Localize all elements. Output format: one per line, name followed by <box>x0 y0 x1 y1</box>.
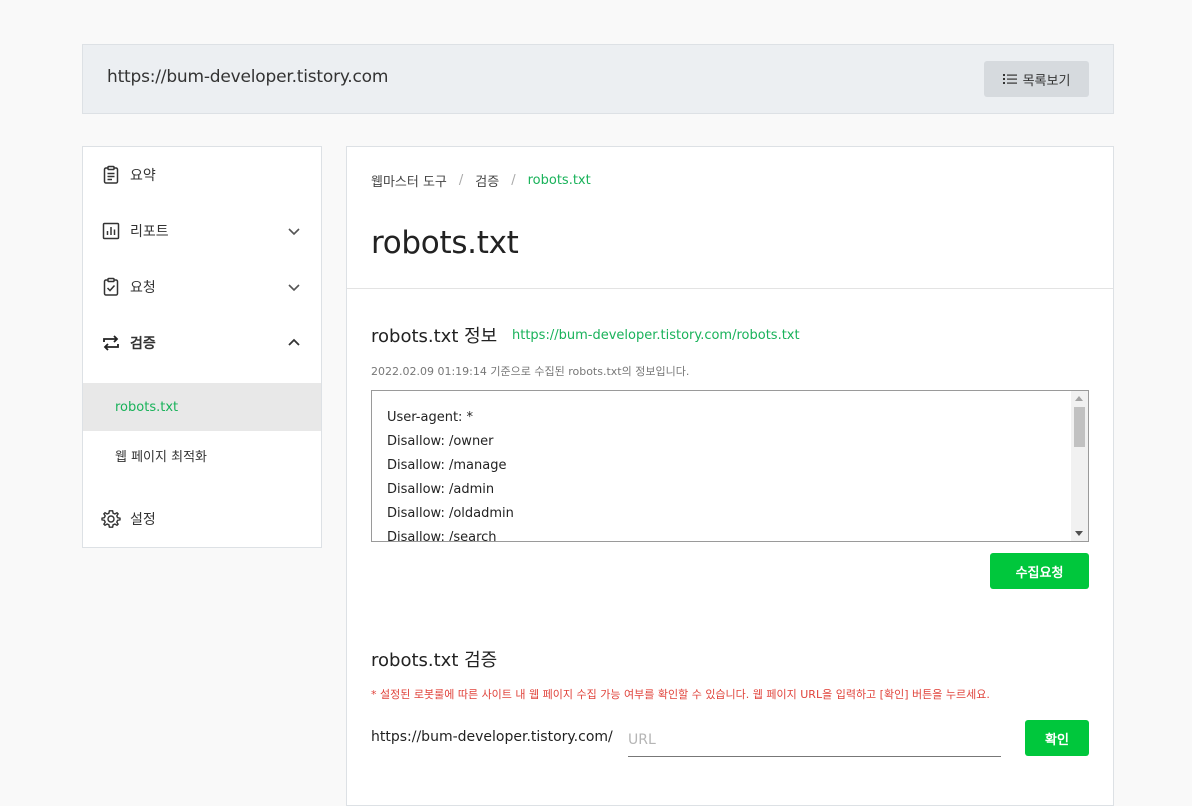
robots-line: Disallow: /admin <box>387 482 495 497</box>
chevron-down-icon <box>288 284 300 292</box>
sidebar-item-label: 요약 <box>130 168 156 184</box>
robots-line: Disallow: /owner <box>387 434 494 449</box>
gear-icon <box>101 509 121 529</box>
sidebar: 요약 리포트 요청 검증 robots.txt 웹 페이지 최적화 설정 <box>82 146 322 548</box>
breadcrumb-current: robots.txt <box>527 173 591 188</box>
info-section-title: robots.txt 정보 <box>371 326 498 347</box>
sidebar-item-report[interactable]: 리포트 <box>83 203 321 259</box>
verify-section-title: robots.txt 검증 <box>371 650 498 671</box>
sidebar-item-label: 설정 <box>130 512 156 528</box>
robots-line: User-agent: * <box>387 410 474 425</box>
sidebar-item-label: 검증 <box>130 336 156 352</box>
breadcrumb-item[interactable]: 웹마스터 도구 <box>371 171 447 190</box>
list-view-label: 목록보기 <box>1022 73 1071 89</box>
breadcrumb: 웹마스터 도구 / 검증 / robots.txt <box>371 171 591 190</box>
main-panel: 웹마스터 도구 / 검증 / robots.txt robots.txt rob… <box>346 146 1114 806</box>
page-title: robots.txt <box>371 225 519 261</box>
sidebar-item-settings[interactable]: 설정 <box>83 491 321 547</box>
robots-line: Disallow: /search <box>387 530 497 542</box>
robots-content-box[interactable]: User-agent: * Disallow: /owner Disallow:… <box>371 390 1089 542</box>
list-view-button[interactable]: 목록보기 <box>984 61 1089 97</box>
url-prefix: https://bum-developer.tistory.com/ <box>371 729 613 745</box>
robots-line: Disallow: /manage <box>387 458 507 473</box>
clipboard-check-icon <box>101 277 121 297</box>
scroll-up-arrow-icon[interactable] <box>1075 396 1083 401</box>
site-url: https://bum-developer.tistory.com <box>107 67 389 87</box>
scrollbar-thumb[interactable] <box>1074 407 1085 447</box>
site-header: https://bum-developer.tistory.com 목록보기 <box>82 44 1114 114</box>
breadcrumb-item[interactable]: 검증 <box>475 171 499 190</box>
sidebar-item-summary[interactable]: 요약 <box>83 147 321 203</box>
scrollbar[interactable] <box>1071 391 1088 541</box>
sidebar-item-request[interactable]: 요청 <box>83 259 321 315</box>
sidebar-item-label: 리포트 <box>130 224 169 240</box>
clipboard-icon <box>101 165 121 185</box>
divider <box>347 288 1113 289</box>
chevron-down-icon <box>288 228 300 236</box>
breadcrumb-separator: / <box>511 173 516 188</box>
bar-chart-icon <box>101 221 121 241</box>
swap-arrows-icon <box>101 333 121 353</box>
confirm-button[interactable]: 확인 <box>1025 720 1089 756</box>
robots-line: Disallow: /oldadmin <box>387 506 514 521</box>
verify-note: * 설정된 로봇룰에 따른 사이트 내 웹 페이지 수집 가능 여부를 확인할 … <box>371 688 990 701</box>
url-input[interactable] <box>628 723 1001 757</box>
sidebar-item-label: 요청 <box>130 280 156 296</box>
sidebar-subitem-robots-txt[interactable]: robots.txt <box>83 383 321 431</box>
scroll-down-arrow-icon[interactable] <box>1075 531 1083 536</box>
robots-content: User-agent: * Disallow: /owner Disallow:… <box>387 406 514 542</box>
collected-info-text: 2022.02.09 01:19:14 기준으로 수집된 robots.txt의… <box>371 365 690 378</box>
breadcrumb-separator: / <box>458 173 464 188</box>
collect-request-button[interactable]: 수집요청 <box>990 553 1089 589</box>
list-icon <box>1002 74 1017 84</box>
sidebar-subitem-page-optimization[interactable]: 웹 페이지 최적화 <box>83 431 321 479</box>
sidebar-item-verify[interactable]: 검증 <box>83 315 321 371</box>
robots-txt-link[interactable]: https://bum-developer.tistory.com/robots… <box>512 328 800 343</box>
chevron-up-icon <box>288 338 300 346</box>
